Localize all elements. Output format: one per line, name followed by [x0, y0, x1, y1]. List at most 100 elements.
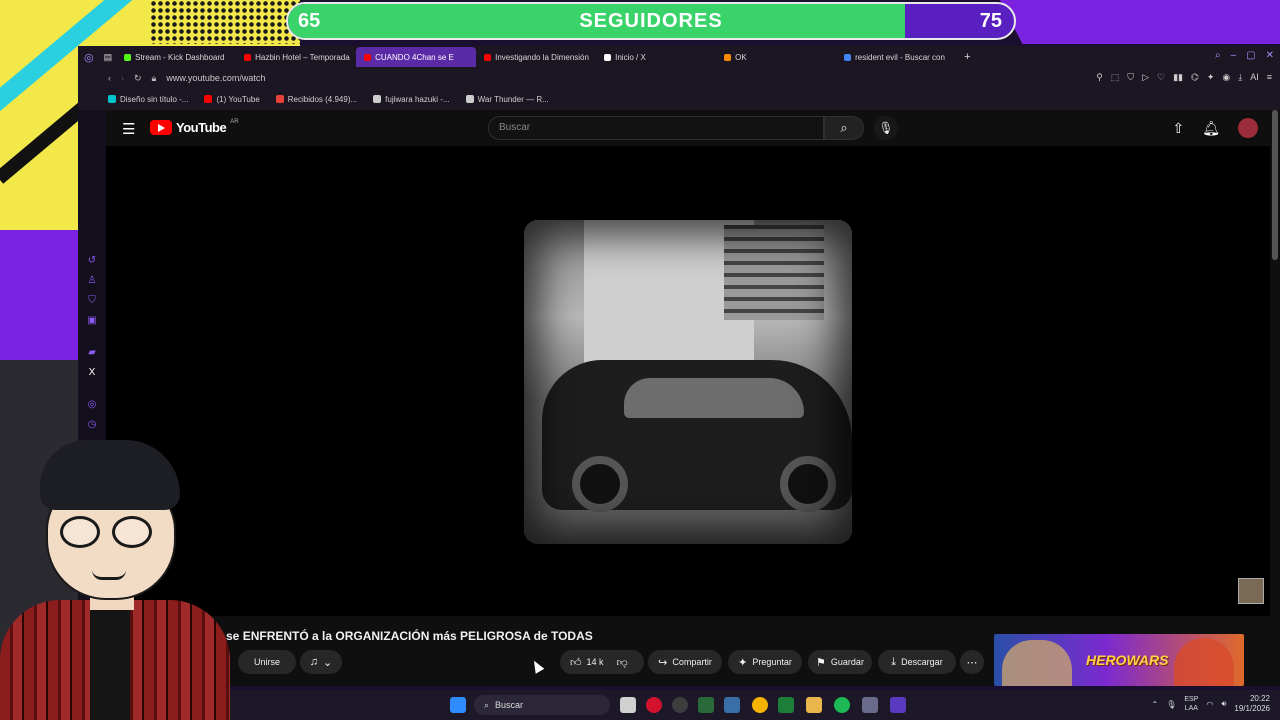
upload-icon[interactable]: ⇧: [1172, 120, 1184, 137]
download-icon[interactable]: ⤓: [1238, 72, 1242, 83]
screenshot-icon[interactable]: ⬚: [1111, 72, 1120, 83]
reload-icon[interactable]: ↻: [134, 73, 142, 84]
twitch-icon[interactable]: ▰: [87, 348, 97, 358]
url-field[interactable]: www.youtube.com/watch: [166, 73, 265, 83]
search-tabs-icon[interactable]: ⌕: [1215, 50, 1221, 61]
tab-sidebar-toggle[interactable]: ▤: [100, 47, 117, 67]
puzzle-icon[interactable]: ✦: [1207, 72, 1215, 83]
app-icon[interactable]: [698, 697, 714, 713]
streamer-glasses: [112, 516, 152, 548]
bookmark-item[interactable]: Recibidos (4.949)...: [275, 94, 358, 104]
notifications-button[interactable]: ♫ ⌄: [300, 650, 342, 674]
play-icon[interactable]: ▷: [1142, 72, 1149, 83]
app-icon[interactable]: [862, 697, 878, 713]
tab-bar: ◎ ▤ Stream - Kick Dashboard Hazbin Hotel …: [78, 46, 1280, 68]
minimize-icon[interactable]: –: [1231, 50, 1237, 61]
channel-mini-avatar[interactable]: [1238, 578, 1264, 604]
youtube-icon: [484, 53, 492, 61]
x-icon[interactable]: X: [87, 368, 97, 378]
streamer-mouth: [92, 570, 126, 580]
voice-search-button[interactable]: 🎙︎: [874, 116, 898, 140]
save-button[interactable]: ⚑ Guardar: [808, 650, 872, 674]
language-indicator[interactable]: ESP LAA: [1184, 695, 1198, 713]
region-code: AR: [230, 118, 239, 125]
shield-icon[interactable]: ⛉: [1127, 72, 1134, 83]
file-explorer-icon[interactable]: [806, 697, 822, 713]
app-icon[interactable]: [724, 697, 740, 713]
like-button[interactable]: 👍︎ 14 k 👎︎: [560, 650, 644, 674]
ai-icon[interactable]: AI: [1250, 72, 1259, 83]
tab-0[interactable]: Stream - Kick Dashboard: [116, 47, 236, 67]
canva-icon: [108, 95, 116, 103]
youtube-logo[interactable]: YouTube AR: [150, 118, 239, 135]
clock[interactable]: 20:22 19/1/2026: [1234, 694, 1270, 714]
opera-icon[interactable]: [646, 697, 662, 713]
hamburger-menu-icon[interactable]: ☰: [122, 120, 135, 138]
close-icon[interactable]: ✕: [1266, 50, 1274, 61]
more-icon: ⋯: [966, 656, 978, 669]
ad-logo-text: HEROWARS: [1086, 652, 1169, 668]
search-button[interactable]: ⌕: [824, 116, 864, 140]
search-icon: ⌕: [840, 120, 848, 135]
task-view-icon[interactable]: [620, 697, 636, 713]
menu-icon[interactable]: ≡: [1267, 72, 1272, 83]
stats-icon[interactable]: ▮▮: [1173, 72, 1183, 83]
tab-1[interactable]: Hazbin Hotel – Temporada: [236, 47, 356, 67]
clock-icon[interactable]: ◷: [87, 420, 97, 430]
forward-icon[interactable]: ›: [121, 73, 124, 83]
search-input[interactable]: Buscar: [488, 116, 824, 140]
more-options-button[interactable]: ⋯: [960, 650, 984, 674]
microphone-icon[interactable]: 🎙︎: [1166, 700, 1176, 709]
shield-icon[interactable]: ⛉: [87, 296, 97, 306]
notes-icon[interactable]: ▣: [87, 316, 97, 326]
maximize-icon[interactable]: ▢: [1246, 50, 1255, 61]
bookmark-item[interactable]: Diseño sin título -...: [108, 95, 188, 104]
share-button[interactable]: ↪ Compartir: [648, 650, 722, 674]
bookmark-icon: ⚑: [816, 656, 826, 669]
pin-icon[interactable]: ⚲: [1096, 72, 1103, 83]
tab-5[interactable]: OK: [716, 47, 836, 67]
history-icon[interactable]: ↺: [87, 256, 97, 266]
taskbar-search[interactable]: ⌕ Buscar: [474, 695, 610, 715]
chevron-up-icon[interactable]: ⌃: [1152, 700, 1159, 709]
spotify-icon[interactable]: [834, 697, 850, 713]
user-icon[interactable]: ♙: [87, 276, 97, 286]
app-icon[interactable]: [672, 697, 688, 713]
tab-4[interactable]: Inicio / X: [596, 47, 716, 67]
bookmark-item[interactable]: fujiwara hazuki -...: [373, 95, 450, 104]
tab-3[interactable]: Investigando la Dimensión: [476, 47, 596, 67]
tab-menu[interactable]: ◎: [78, 47, 100, 67]
heart-icon[interactable]: ♡: [1157, 72, 1165, 83]
windows-start-icon[interactable]: [450, 697, 466, 713]
new-tab-button[interactable]: +: [956, 47, 978, 67]
tab-2[interactable]: CUANDO 4Chan se E: [356, 47, 477, 67]
extension-icon[interactable]: ⌬: [1191, 72, 1199, 83]
notifications-bell-icon[interactable]: 🔔︎: [1202, 120, 1220, 137]
scrollbar[interactable]: [1272, 110, 1278, 260]
save-label: Guardar: [830, 657, 864, 667]
bookmark-label: Recibidos (4.949)...: [287, 94, 358, 104]
avatar[interactable]: [1238, 118, 1258, 138]
back-icon[interactable]: ‹: [108, 73, 111, 83]
ad-hero-left: [1002, 640, 1072, 686]
join-label: Unirse: [253, 657, 280, 667]
video-player[interactable]: [106, 146, 1270, 616]
chrome-icon[interactable]: [752, 697, 768, 713]
ask-button[interactable]: ✦ Preguntar: [728, 650, 802, 674]
download-button[interactable]: ⤓ Descargar: [878, 650, 956, 674]
bookmark-item[interactable]: War Thunder — R...: [465, 94, 549, 104]
app-icon[interactable]: [890, 697, 906, 713]
bookmark-item[interactable]: (1) YouTube: [204, 95, 260, 104]
page-icon: [373, 95, 382, 103]
tab-6[interactable]: resident evil - Buscar con: [836, 47, 956, 67]
player-icon[interactable]: ◎: [87, 400, 97, 410]
app-icon[interactable]: [778, 697, 794, 713]
volume-icon[interactable]: 🔊︎: [1221, 699, 1226, 709]
video-title: 4Chan se ENFRENTÓ a la ORGANIZACIÓN más …: [186, 629, 593, 643]
wifi-icon[interactable]: ◠: [1206, 700, 1213, 709]
join-button[interactable]: Unirse: [238, 650, 296, 674]
thumbs-down-icon[interactable]: 👎︎: [617, 656, 628, 669]
profile-icon[interactable]: ◉: [1222, 72, 1230, 83]
ad-banner[interactable]: HEROWARS: [994, 634, 1244, 686]
bookmark-label: War Thunder — R...: [477, 94, 549, 104]
